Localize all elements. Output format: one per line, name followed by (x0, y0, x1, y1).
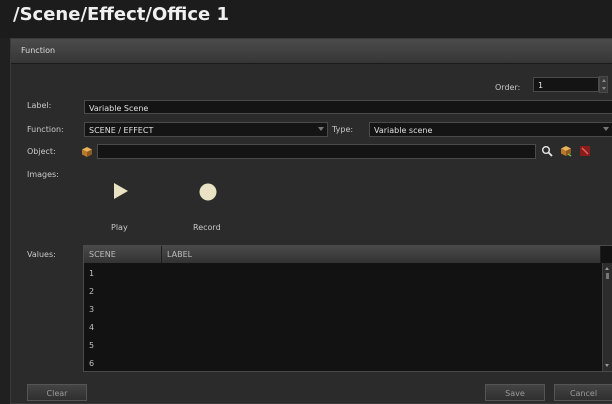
function-field-label: Function: (27, 125, 64, 134)
table-row[interactable]: 1 (89, 269, 94, 278)
table-row[interactable]: 3 (89, 305, 94, 314)
scroll-down-icon[interactable] (605, 364, 609, 367)
label-input[interactable]: Variable Scene (84, 100, 612, 114)
values-table: SCENE LABEL 1 2 3 4 5 6 (83, 245, 612, 372)
clear-button[interactable]: Clear (27, 384, 87, 401)
row-number: 5 (89, 341, 95, 350)
object-input[interactable] (97, 144, 536, 159)
panel-header-label: Function (21, 46, 56, 55)
object-clear-icon[interactable] (579, 145, 591, 157)
window-title: /Scene/Effect/Office 1 (13, 4, 229, 25)
images-label: Images: (27, 170, 59, 179)
table-row[interactable]: 6 (89, 359, 94, 368)
row-number: 2 (89, 287, 95, 296)
label-input-value: Variable Scene (89, 104, 149, 113)
table-row[interactable]: 2 (89, 287, 94, 296)
function-select-value: SCENE / EFFECT (89, 126, 154, 135)
window-titlebar: /Scene/Effect/Office 1 (0, 0, 612, 38)
scroll-thumb[interactable] (606, 273, 609, 279)
save-button-label: Save (505, 389, 525, 398)
function-select[interactable]: SCENE / EFFECT (84, 122, 328, 137)
play-label: Play (111, 223, 128, 232)
play-icon[interactable] (111, 181, 131, 201)
column-header-label[interactable]: LABEL (162, 246, 601, 263)
row-number: 6 (89, 359, 95, 368)
column-header-label-label: LABEL (167, 250, 193, 259)
clear-button-label: Clear (46, 389, 68, 398)
search-icon[interactable] (541, 145, 553, 157)
type-select[interactable]: Variable scene (369, 122, 612, 137)
label-field-label: Label: (27, 101, 52, 110)
row-number: 4 (89, 323, 95, 332)
cancel-button[interactable]: Cancel (554, 384, 612, 401)
chevron-down-icon (318, 127, 324, 131)
column-header-scene[interactable]: SCENE (84, 246, 162, 263)
save-button[interactable]: Save (485, 384, 545, 401)
values-label: Values: (27, 250, 56, 259)
type-field-label: Type: (332, 125, 354, 134)
object-cube-icon (82, 147, 92, 157)
object-select-icon[interactable] (560, 145, 572, 157)
panel-header: Function (11, 39, 612, 64)
order-input[interactable]: 1 (533, 77, 599, 92)
type-select-value: Variable scene (374, 126, 433, 135)
table-row[interactable]: 5 (89, 341, 94, 350)
chevron-down-icon (603, 127, 609, 131)
record-icon[interactable] (198, 182, 218, 202)
cancel-button-label: Cancel (569, 389, 598, 398)
record-label: Record (193, 223, 221, 232)
order-value: 1 (538, 81, 544, 90)
row-number: 1 (89, 269, 95, 278)
table-scrollbar[interactable] (602, 263, 612, 371)
table-row[interactable]: 4 (89, 323, 94, 332)
object-field-label: Object: (27, 147, 56, 156)
scroll-up-icon[interactable] (605, 267, 609, 270)
order-stepper[interactable] (599, 76, 608, 93)
stepper-down-icon[interactable] (602, 87, 606, 90)
function-panel: Function Order: 1 Label: Variable Scene … (10, 38, 612, 404)
order-label: Order: (495, 83, 521, 92)
stepper-up-icon[interactable] (602, 79, 606, 82)
column-header-scene-label: SCENE (89, 250, 116, 259)
row-number: 3 (89, 305, 95, 314)
